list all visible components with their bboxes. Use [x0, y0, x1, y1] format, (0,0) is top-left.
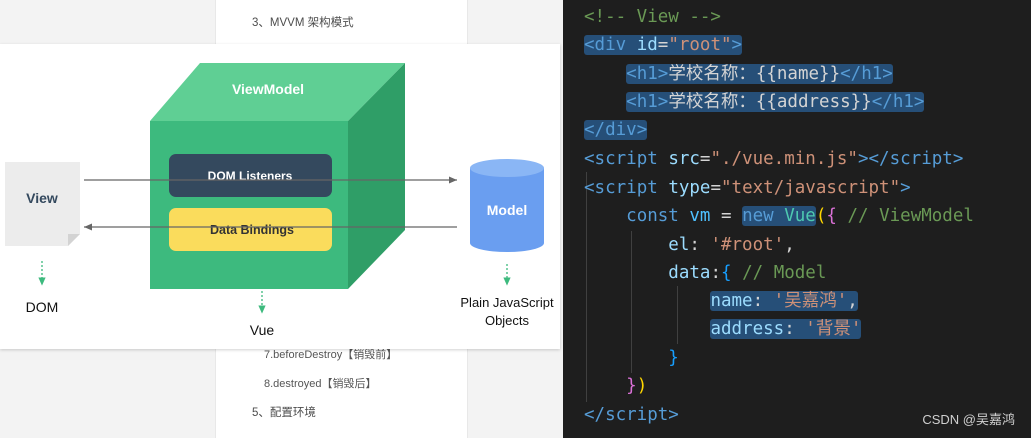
code-el-key: el	[668, 235, 690, 255]
code-comment-viewmodel: // ViewModel	[847, 206, 974, 226]
code-line-12[interactable]: address: '背景'	[584, 316, 862, 343]
dom-caption: DOM	[26, 299, 59, 315]
code-id-attr: id	[636, 35, 658, 55]
code-script-tag: script	[594, 149, 658, 169]
code-vue-class: Vue	[784, 206, 816, 226]
code-line-15[interactable]: </script>	[584, 402, 679, 429]
code-line-8[interactable]: const vm = new Vue({ // ViewModel	[584, 203, 974, 230]
code-el-value: '#root'	[710, 235, 785, 255]
code-src-value: "./vue.min.js"	[710, 149, 858, 169]
code-src-attr: src	[668, 149, 700, 169]
model-cylinder-top	[470, 159, 544, 177]
model-label: Model	[487, 202, 527, 218]
code-type-value: "text/javascript"	[721, 178, 901, 198]
code-line-4[interactable]: <h1>学校名称：{{address}}</h1>	[584, 89, 925, 116]
selection-highlight: <h1>学校名称：{{address}}</h1>	[626, 92, 925, 112]
viewmodel-cube-front	[150, 121, 348, 289]
selection-highlight: </div>	[584, 120, 648, 140]
code-line-9[interactable]: el: '#root',	[584, 232, 794, 259]
selection-highlight: name: '吴嘉鸿',	[710, 291, 858, 311]
mvvm-diagram-svg: ViewModel DOM Listeners Data Bindings Vi…	[5, 63, 554, 338]
code-script-close-tag: script	[889, 149, 953, 169]
code-id-value: "root"	[668, 35, 732, 55]
code-h1-close-tag: h1	[861, 64, 883, 84]
selection-highlight: <h1>学校名称：{{name}}</h1>	[626, 64, 893, 84]
code-editor[interactable]: <!-- View --> <div id="root"> <h1>学校名称：{…	[563, 0, 1031, 438]
toc-item-config-env[interactable]: 5、配置环境	[252, 404, 316, 420]
code-line-3[interactable]: <h1>学校名称：{{name}}</h1>	[584, 61, 893, 88]
code-line-6[interactable]: <script src="./vue.min.js"></script>	[584, 146, 963, 173]
code-line-7[interactable]: <script type="text/javascript">	[584, 175, 911, 202]
code-data-key: data	[668, 263, 711, 283]
mvvm-diagram: ViewModel DOM Listeners Data Bindings Vi…	[0, 44, 560, 349]
code-line-2[interactable]: <div id="root">	[584, 32, 743, 59]
code-vm-var: vm	[689, 206, 711, 226]
code-type-attr: type	[668, 178, 711, 198]
code-name-key: name	[710, 291, 753, 311]
toc-item-mvvm[interactable]: 3、MVVM 架构模式	[252, 14, 354, 30]
code-name-value: '吴嘉鸿'	[773, 291, 848, 311]
plain-js-caption-line2: Objects	[485, 313, 530, 328]
code-line-10[interactable]: data:{ // Model	[584, 260, 826, 287]
code-h1-tag: h1	[636, 92, 658, 112]
viewmodel-label: ViewModel	[232, 81, 304, 97]
code-div-close-tag: div	[605, 120, 637, 140]
dom-listeners-label: DOM Listeners	[208, 169, 293, 183]
code-line-5[interactable]: </div>	[584, 117, 648, 144]
plain-js-caption-line1: Plain JavaScript	[460, 295, 554, 310]
code-script-tag: script	[594, 178, 658, 198]
selection-highlight: new Vue	[742, 206, 816, 226]
vue-caption: Vue	[250, 322, 275, 338]
code-line-11[interactable]: name: '吴嘉鸿',	[584, 288, 858, 315]
view-label: View	[26, 190, 58, 206]
code-comment-model: // Model	[742, 263, 827, 283]
code-name-text: 学校名称：{{name}}	[668, 64, 841, 84]
view-document-fold	[68, 234, 80, 246]
csdn-watermark: CSDN @吴嘉鸿	[922, 412, 1015, 427]
code-address-value: '背景'	[805, 319, 862, 339]
code-line-13[interactable]: }	[584, 345, 679, 372]
code-h1-tag: h1	[636, 64, 658, 84]
toc-item-destroyed[interactable]: 8.destroyed【销毁后】	[264, 375, 376, 391]
code-line-14[interactable]: })	[584, 373, 647, 400]
code-new-keyword: new	[742, 206, 774, 226]
code-address-key: address	[710, 319, 785, 339]
code-comment-view: <!-- View -->	[584, 7, 721, 27]
code-script-close-tag: script	[605, 405, 669, 425]
code-div-tag: div	[594, 35, 627, 55]
code-h1-close-tag: h1	[892, 92, 914, 112]
selection-highlight: address: '背景'	[710, 319, 862, 339]
code-const-keyword: const	[626, 206, 679, 226]
data-bindings-label: Data Bindings	[210, 223, 294, 237]
selection-highlight: <div id="root">	[584, 35, 743, 55]
code-line-1[interactable]: <!-- View -->	[584, 4, 721, 31]
code-address-text: 学校名称：{{address}}	[668, 92, 872, 112]
